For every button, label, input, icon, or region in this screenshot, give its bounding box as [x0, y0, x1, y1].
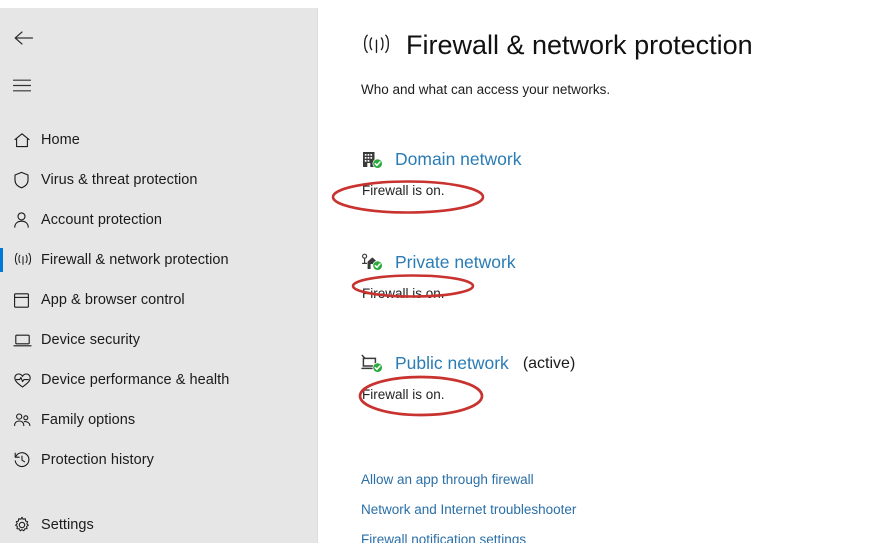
- network-status-domain: Firewall is on.: [362, 183, 445, 198]
- sidebar-item-virus-threat-protection[interactable]: Virus & threat protection: [0, 160, 317, 200]
- window-icon: [13, 289, 39, 311]
- sidebar-item-device-security[interactable]: Device security: [0, 320, 317, 360]
- page-subtitle: Who and what can access your networks.: [361, 82, 611, 97]
- sidebar-nav-list: Home Virus & threat protection Account p…: [0, 120, 317, 480]
- network-link-domain[interactable]: Domain network: [387, 151, 521, 169]
- shield-icon: [13, 169, 39, 191]
- sidebar-top-controls: [0, 8, 317, 104]
- network-header: Domain network: [361, 148, 521, 172]
- sidebar-item-family-options[interactable]: Family options: [0, 400, 317, 440]
- network-header: Private network: [361, 251, 516, 275]
- sidebar-item-label: Protection history: [41, 451, 154, 468]
- sidebar-item-device-performance-health[interactable]: Device performance & health: [0, 360, 317, 400]
- gear-icon: [13, 514, 39, 536]
- wireless-signal-icon: [361, 33, 392, 58]
- sidebar-settings-section: Settings: [0, 505, 318, 545]
- sidebar-item-label: Device performance & health: [41, 371, 230, 388]
- building-check-icon: [361, 148, 387, 172]
- laptop-icon: [13, 329, 39, 351]
- sidebar-item-settings[interactable]: Settings: [0, 505, 318, 545]
- home-icon: [13, 129, 39, 151]
- page-title: Firewall & network protection: [406, 30, 753, 60]
- sidebar-item-app-browser-control[interactable]: App & browser control: [0, 280, 317, 320]
- link-network-internet-troubleshooter[interactable]: Network and Internet troubleshooter: [361, 502, 576, 518]
- sidebar-item-label: Device security: [41, 331, 141, 348]
- wireless-signal-icon: [13, 249, 39, 271]
- people-group-icon: [13, 409, 39, 431]
- sidebar-item-label: Firewall & network protection: [41, 251, 229, 268]
- network-status-private: Firewall is on.: [362, 286, 445, 301]
- sidebar-item-label: Account protection: [41, 211, 162, 228]
- navigation-sidebar: Home Virus & threat protection Account p…: [0, 8, 318, 543]
- network-header: Public network (active): [361, 352, 575, 376]
- network-status-public: Firewall is on.: [362, 387, 445, 402]
- network-link-private[interactable]: Private network: [387, 254, 516, 272]
- back-arrow-icon[interactable]: [0, 19, 46, 57]
- sidebar-item-label: Family options: [41, 411, 136, 428]
- person-icon: [13, 209, 39, 231]
- sidebar-item-label: Home: [41, 131, 80, 148]
- network-active-label: (active): [522, 355, 576, 372]
- link-allow-app-through-firewall[interactable]: Allow an app through firewall: [361, 472, 576, 488]
- sidebar-item-protection-history[interactable]: Protection history: [0, 440, 317, 480]
- page-header: Firewall & network protection: [361, 32, 753, 59]
- network-section-domain: Domain network Firewall is on.: [361, 148, 521, 198]
- link-firewall-notification-settings[interactable]: Firewall notification settings: [361, 532, 576, 543]
- main-content-panel: Firewall & network protection Who and wh…: [318, 0, 872, 543]
- house-check-icon: [361, 251, 387, 275]
- sidebar-item-firewall-network-protection[interactable]: Firewall & network protection: [0, 240, 317, 280]
- sidebar-item-label: App & browser control: [41, 291, 185, 308]
- hamburger-menu-icon[interactable]: [0, 66, 46, 104]
- sidebar-item-account-protection[interactable]: Account protection: [0, 200, 317, 240]
- sidebar-item-label: Virus & threat protection: [41, 171, 198, 188]
- network-link-public[interactable]: Public network: [387, 355, 509, 373]
- firewall-network-protection-window: Home Virus & threat protection Account p…: [0, 0, 872, 543]
- network-section-private: Private network Firewall is on.: [361, 251, 516, 301]
- heart-pulse-icon: [13, 369, 39, 391]
- related-links-list: Allow an app through firewall Network an…: [361, 472, 576, 543]
- clock-history-icon: [13, 449, 39, 471]
- sidebar-item-home[interactable]: Home: [0, 120, 317, 160]
- sidebar-item-label: Settings: [41, 516, 94, 533]
- monitor-check-icon: [361, 352, 387, 376]
- network-section-public: Public network (active) Firewall is on.: [361, 352, 575, 402]
